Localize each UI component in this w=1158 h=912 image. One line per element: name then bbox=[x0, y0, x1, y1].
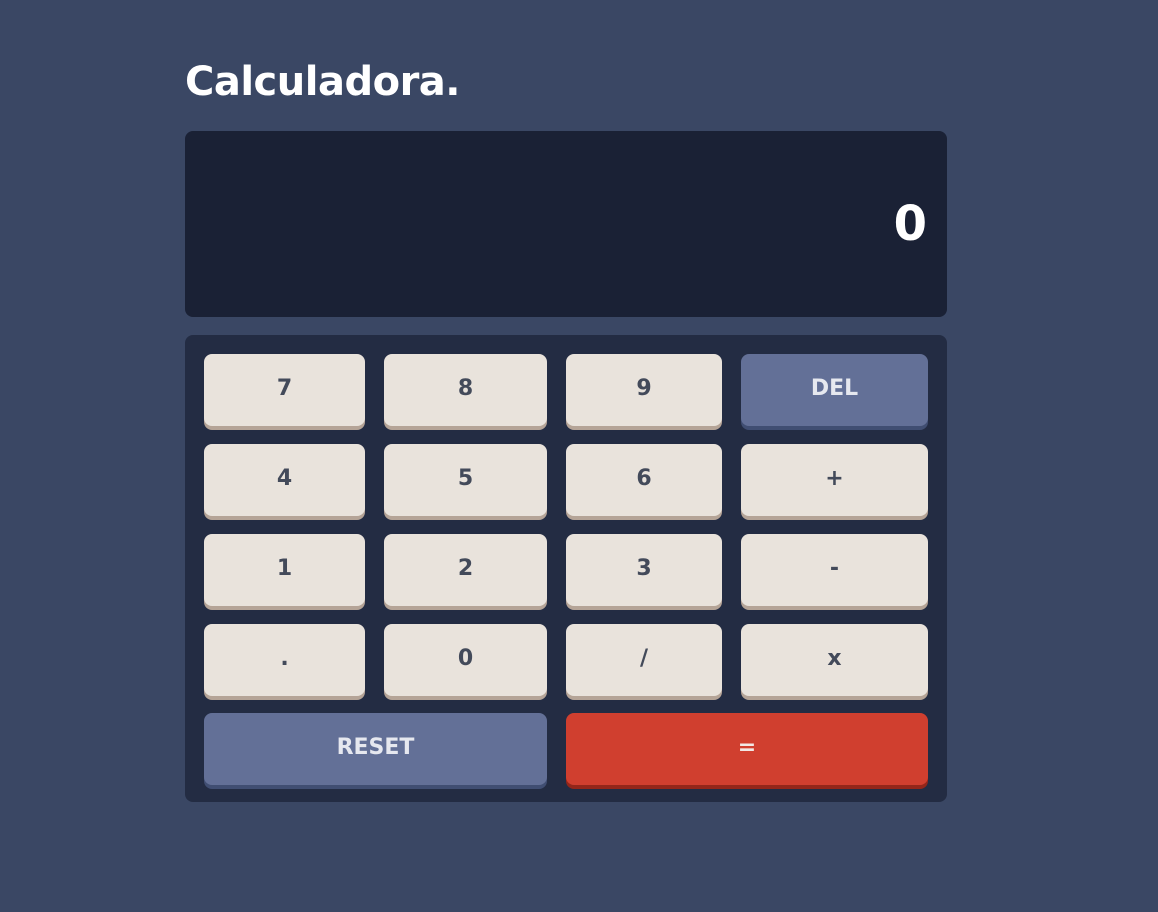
key-3-button[interactable]: 3 bbox=[566, 534, 722, 606]
delete-button[interactable]: DEL bbox=[741, 354, 928, 426]
key-2-button[interactable]: 2 bbox=[384, 534, 547, 606]
minus-button[interactable]: - bbox=[741, 534, 928, 606]
multiply-button[interactable]: x bbox=[741, 624, 928, 696]
app-title: Calculadora. bbox=[185, 59, 460, 105]
key-9-button[interactable]: 9 bbox=[566, 354, 722, 426]
equals-button[interactable]: = bbox=[566, 713, 928, 785]
calculator-display: 0 bbox=[185, 131, 947, 317]
key-5-button[interactable]: 5 bbox=[384, 444, 547, 516]
divide-button[interactable]: / bbox=[566, 624, 722, 696]
key-8-button[interactable]: 8 bbox=[384, 354, 547, 426]
key-0-button[interactable]: 0 bbox=[384, 624, 547, 696]
decimal-point-button[interactable]: . bbox=[204, 624, 365, 696]
reset-button[interactable]: RESET bbox=[204, 713, 547, 785]
key-1-button[interactable]: 1 bbox=[204, 534, 365, 606]
key-4-button[interactable]: 4 bbox=[204, 444, 365, 516]
plus-button[interactable]: + bbox=[741, 444, 928, 516]
keypad: 7 8 9 DEL 4 5 6 + 1 2 3 - . 0 / x RESET … bbox=[185, 335, 947, 802]
key-6-button[interactable]: 6 bbox=[566, 444, 722, 516]
display-value: 0 bbox=[893, 196, 927, 252]
key-7-button[interactable]: 7 bbox=[204, 354, 365, 426]
calculator-app: Calculadora. 0 7 8 9 DEL 4 5 6 + 1 2 3 -… bbox=[185, 56, 947, 802]
